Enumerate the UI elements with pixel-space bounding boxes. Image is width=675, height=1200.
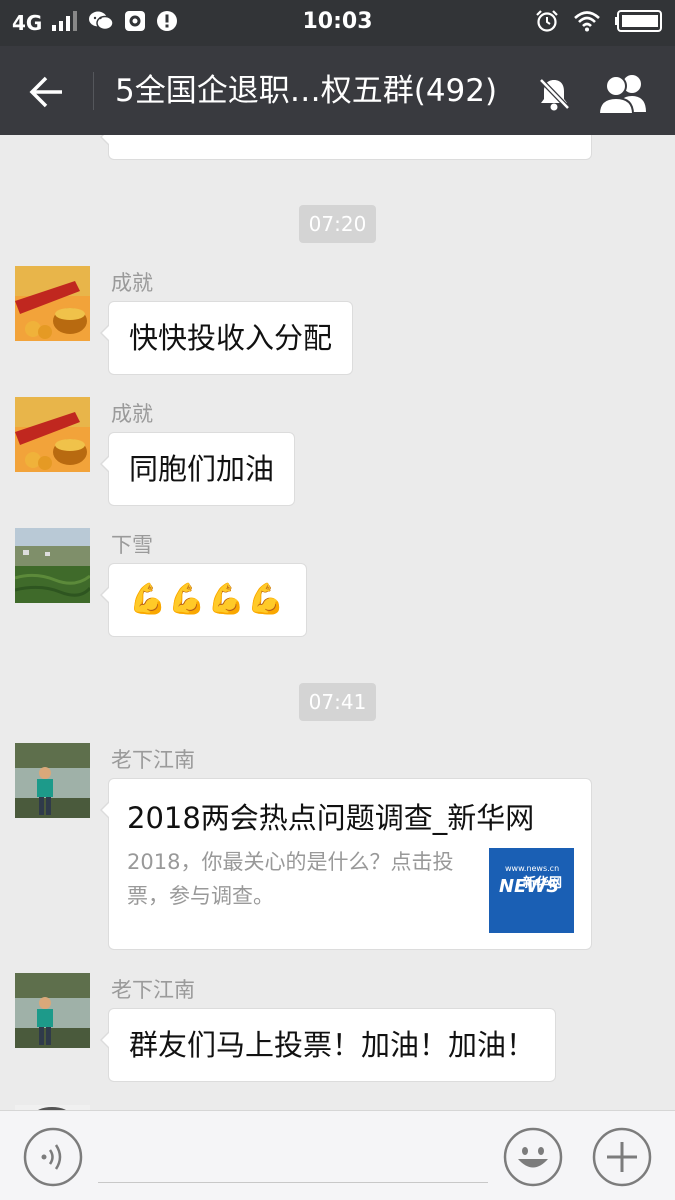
emoji-button[interactable] — [502, 1126, 564, 1188]
avatar[interactable] — [15, 266, 90, 341]
link-card[interactable]: 2018两会热点问题调查_新华网 2018，你最关心的是什么？点击投票，参与调查… — [100, 778, 592, 950]
people-icon — [597, 75, 646, 115]
chat-title: 5全国企退职…权五群(492) — [115, 73, 498, 109]
message-text: 同胞们加油 — [129, 452, 275, 486]
plus-icon — [592, 1127, 652, 1187]
group-members-button[interactable] — [594, 68, 652, 120]
sender-name: 下雪 — [111, 533, 153, 557]
avatar[interactable] — [15, 973, 90, 1048]
status-bar: 4G 10:03 — [0, 0, 675, 46]
sender-name: 成就 — [111, 271, 153, 295]
voice-icon — [23, 1127, 83, 1187]
wifi-icon — [573, 10, 601, 36]
message-text: 群友们马上投票！加油！加油！ — [129, 1028, 536, 1062]
time-separator: 07:41 — [299, 683, 376, 721]
sender-name: 成就 — [111, 402, 153, 426]
back-button[interactable] — [22, 68, 70, 116]
bell-muted-icon — [539, 78, 570, 111]
avatar[interactable] — [15, 743, 90, 818]
time-separator: 07:20 — [299, 205, 376, 243]
status-right-icons — [535, 9, 663, 37]
message-bubble[interactable]: 同胞们加油 — [99, 432, 296, 506]
voice-input-button[interactable] — [22, 1126, 84, 1188]
sender-name: 老下江南 — [111, 978, 195, 1002]
message-text: 快快投收入分配 — [129, 321, 333, 355]
thumb-brand: 新华网 — [523, 876, 563, 891]
message-input[interactable] — [98, 1131, 488, 1183]
message-bubble[interactable]: 快快投收入分配 — [99, 301, 354, 375]
more-actions-button[interactable] — [591, 1126, 653, 1188]
link-description: 2018，你最关心的是什么？点击投票，参与调查。 — [127, 850, 454, 908]
avatar[interactable] — [15, 397, 90, 472]
title-divider — [93, 72, 94, 110]
battery-icon — [615, 10, 663, 36]
mute-button[interactable] — [532, 72, 576, 116]
message-bubble[interactable]: 💪💪💪💪 — [99, 563, 308, 637]
input-bar — [0, 1110, 675, 1200]
avatar[interactable] — [15, 528, 90, 603]
chat-area[interactable]: 07:20 成就 快快投收入分配 成就 同胞们加油 下雪 💪💪💪💪 07:41 … — [0, 135, 675, 1110]
link-thumbnail: www.news.cn NEWS 新华网 — [489, 848, 574, 933]
link-title: 2018两会热点问题调查_新华网 — [127, 801, 535, 835]
message-bubble[interactable]: 群友们马上投票！加油！加油！ — [99, 1008, 557, 1082]
smiley-icon — [503, 1127, 563, 1187]
back-arrow-icon — [29, 76, 62, 108]
emoji-message: 💪💪💪💪 — [129, 582, 287, 617]
alarm-icon — [535, 9, 559, 37]
message-bubble-partial[interactable] — [100, 135, 592, 160]
sender-name: 老下江南 — [111, 748, 195, 772]
title-bar: 5全国企退职…权五群(492) — [0, 46, 675, 135]
